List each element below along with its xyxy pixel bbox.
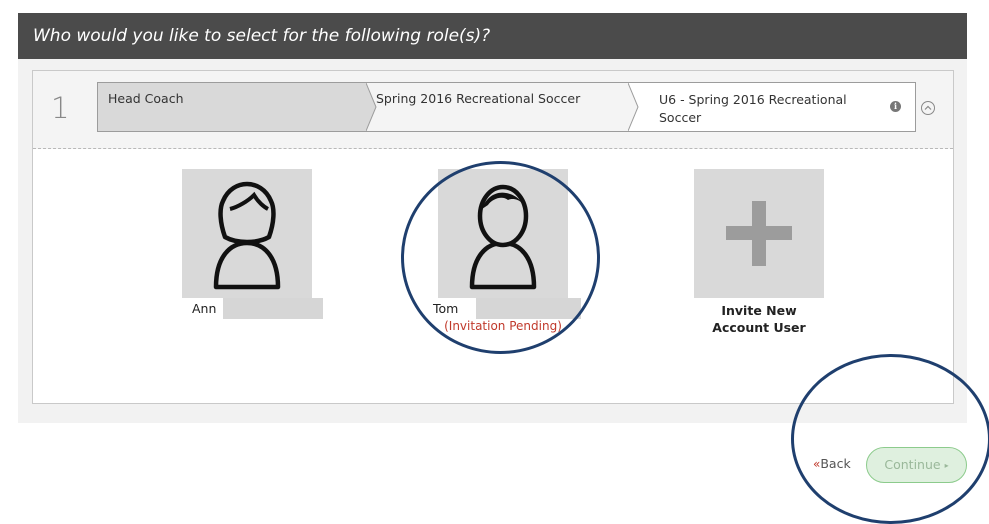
person-name: Tom [433, 301, 459, 316]
person-card-ann[interactable]: Ann [172, 169, 323, 319]
invite-user-button[interactable]: Invite New Account User [684, 169, 834, 336]
role-card: 1 Head Coach Spring 2016 Recreational So… [32, 70, 954, 404]
continue-label: Continue [884, 457, 941, 472]
chevron-up-circle-icon[interactable] [921, 101, 935, 115]
redacted-surname [223, 298, 323, 319]
caret-right-icon: ▸ [944, 460, 949, 470]
role-breadcrumb: Head Coach Spring 2016 Recreational Socc… [97, 82, 916, 132]
back-label: Back [820, 456, 851, 471]
breadcrumb-division: U6 - Spring 2016 Recreational Soccer i [628, 83, 915, 131]
person-card-tom[interactable]: Tom (Invitation Pending) [428, 169, 581, 333]
role-card-header: 1 Head Coach Spring 2016 Recreational So… [33, 71, 953, 149]
female-user-icon [182, 169, 312, 298]
breadcrumb-division-label: U6 - Spring 2016 Recreational Soccer [659, 92, 847, 125]
continue-button[interactable]: Continue ▸ [866, 447, 967, 483]
person-name: Ann [192, 301, 217, 316]
breadcrumb-separator-icon [366, 83, 377, 131]
breadcrumb-separator-icon [628, 83, 639, 131]
invite-label-line1: Invite New [721, 303, 797, 318]
back-button[interactable]: «Back [813, 456, 851, 471]
redacted-surname [476, 298, 581, 319]
role-number: 1 [51, 91, 70, 125]
male-user-icon [438, 169, 568, 298]
invite-label-line2: Account User [712, 320, 806, 335]
breadcrumb-program: Spring 2016 Recreational Soccer [366, 83, 628, 131]
invitation-status: (Invitation Pending) [444, 319, 562, 333]
dialog-title: Who would you like to select for the fol… [18, 13, 967, 59]
info-icon[interactable]: i [890, 101, 901, 112]
breadcrumb-role: Head Coach [98, 83, 366, 131]
plus-icon [694, 169, 824, 298]
